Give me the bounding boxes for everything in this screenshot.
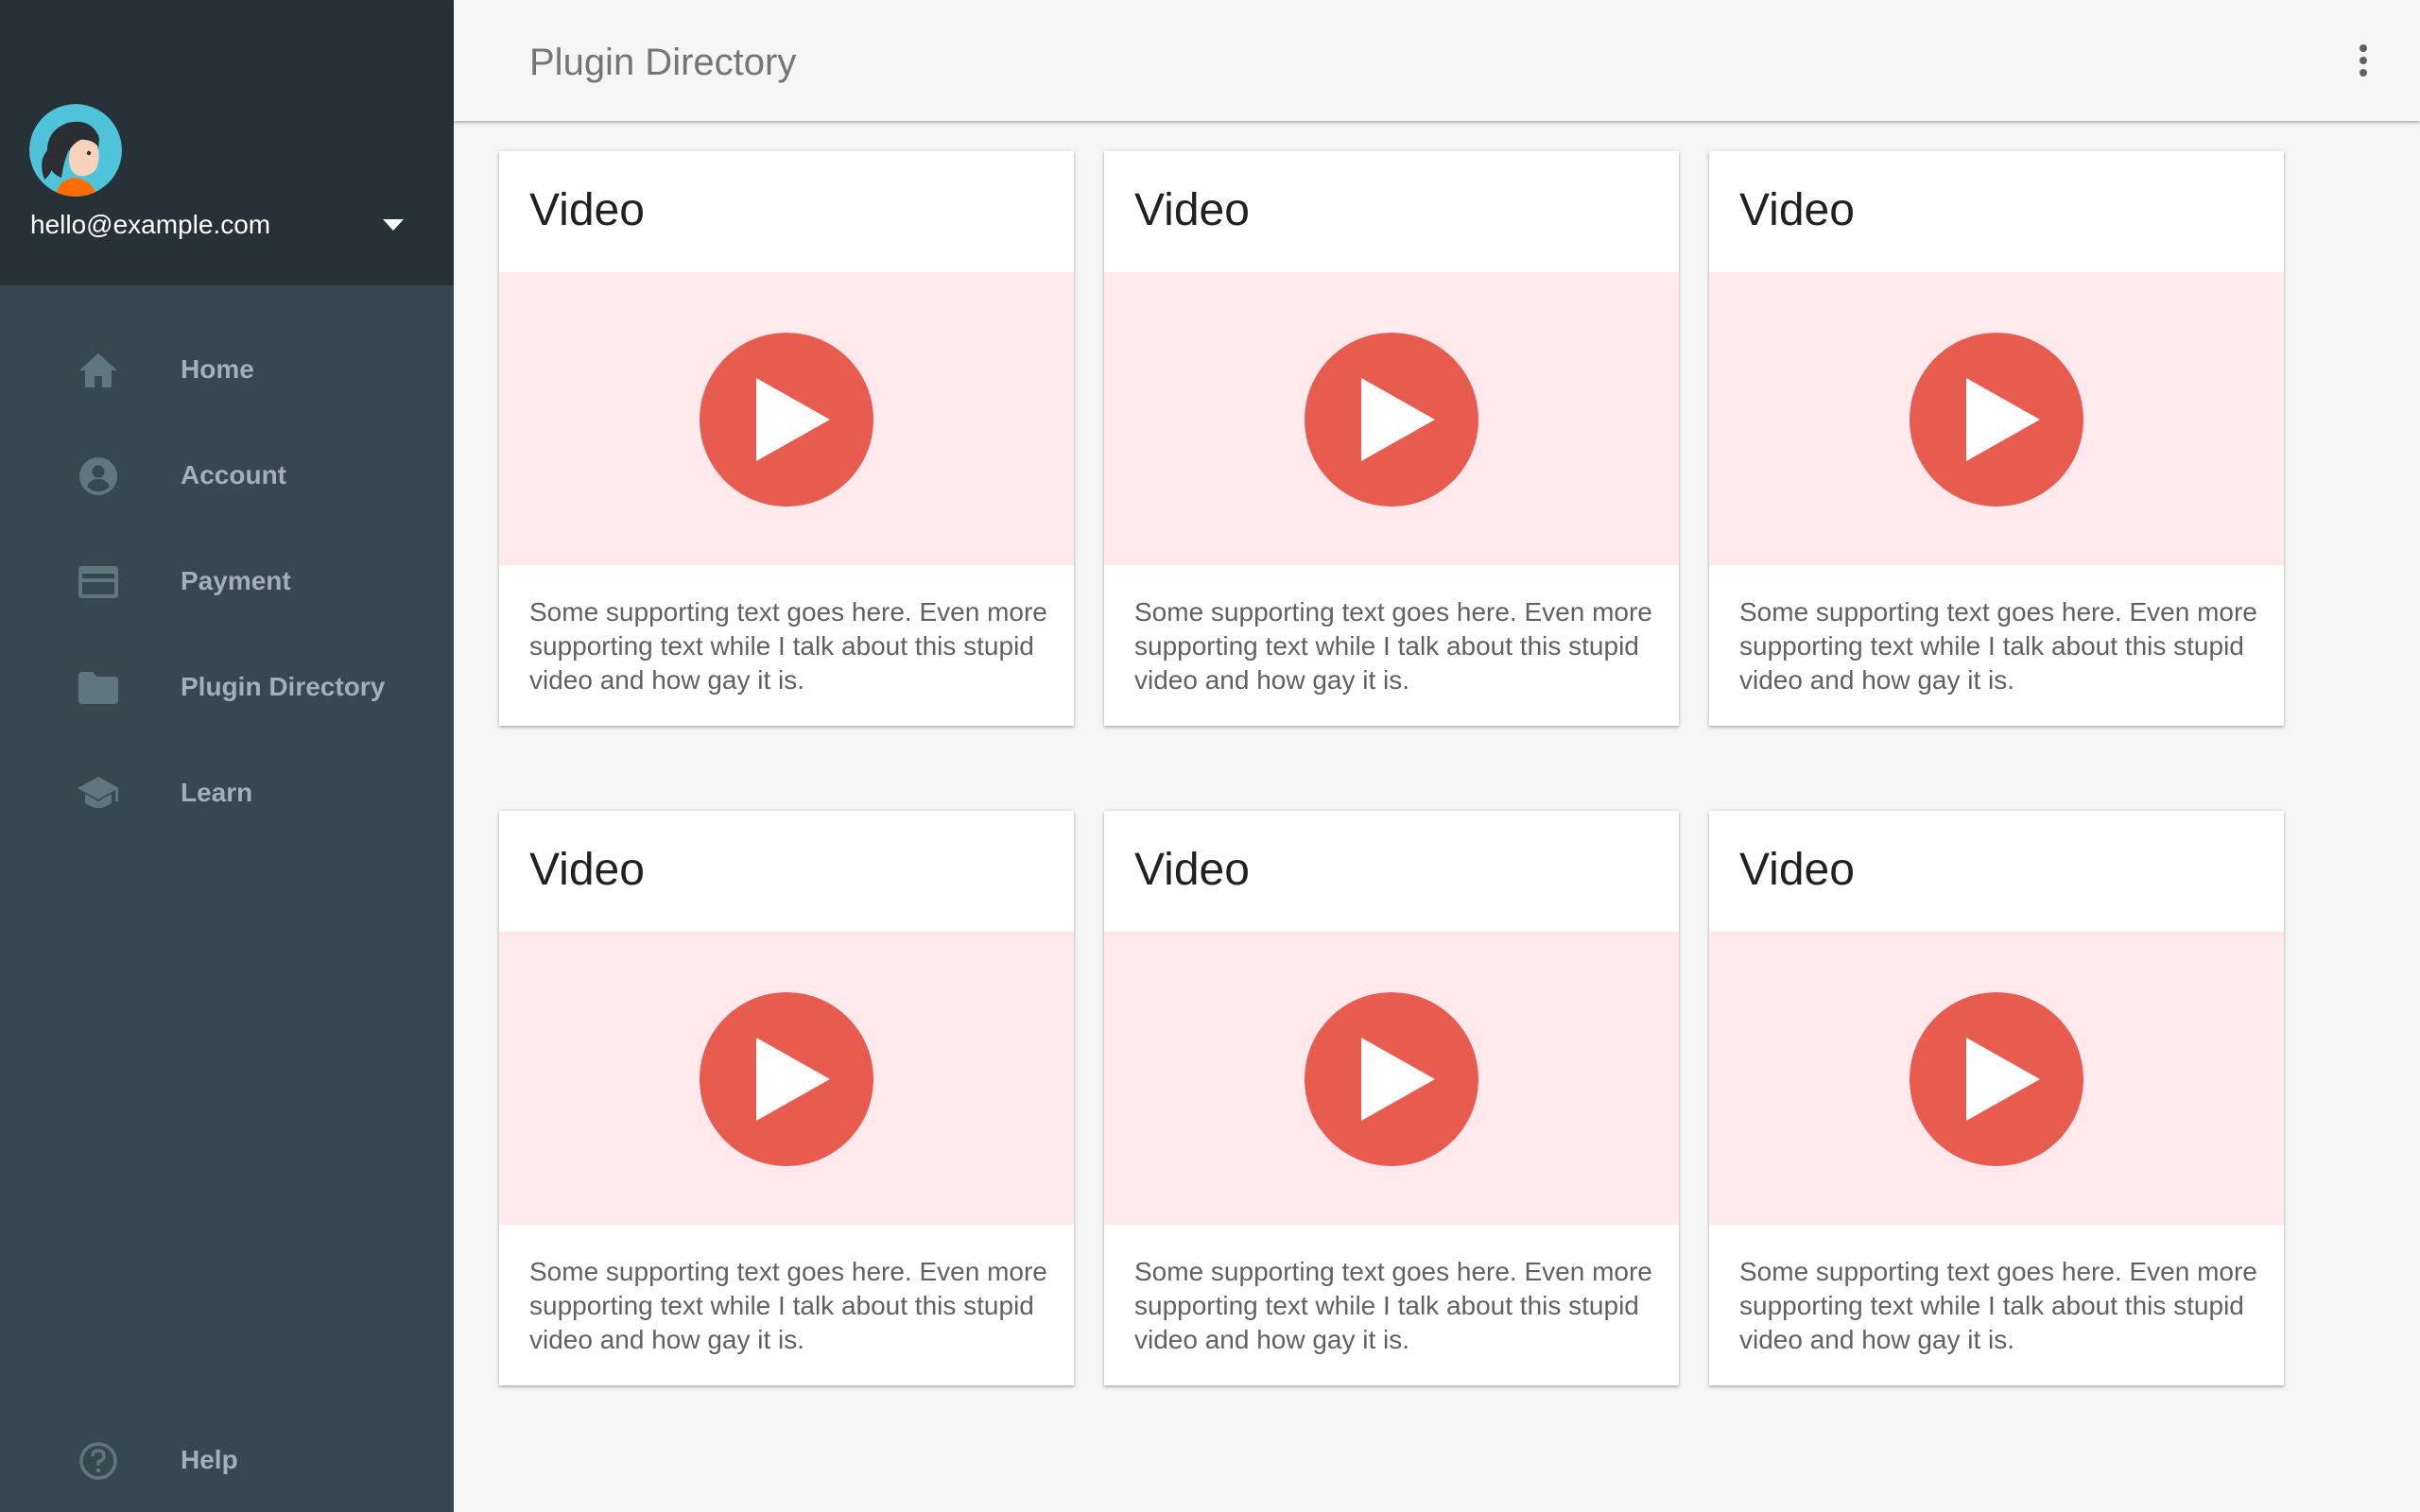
card-supporting-text: Some supporting text goes here. Even mor… [529, 597, 1047, 695]
sidebar-item-payment[interactable]: Payment [0, 535, 454, 626]
app-bar: Plugin Directory [454, 0, 2420, 121]
school-icon [78, 775, 119, 813]
sidebar-item-account[interactable]: Account [0, 429, 454, 520]
credit-card-icon [78, 563, 119, 601]
card-supporting-text: Some supporting text goes here. Even mor… [1739, 1257, 2257, 1354]
sidebar-item-label: Learn [181, 778, 253, 807]
video-thumbnail[interactable] [499, 272, 1074, 565]
video-card[interactable]: Video Some supporting text goes here. Ev… [499, 151, 1074, 726]
sidebar-item-learn[interactable]: Learn [0, 747, 454, 837]
video-thumbnail[interactable] [1709, 932, 2284, 1225]
play-icon[interactable] [1305, 992, 1478, 1166]
card-title: Video [1134, 185, 1250, 235]
card-supporting-text: Some supporting text goes here. Even mor… [1134, 597, 1652, 695]
more-vertical-icon[interactable] [2344, 38, 2382, 83]
card-supporting-text: Some supporting text goes here. Even mor… [529, 1257, 1047, 1354]
page-title: Plugin Directory [529, 42, 797, 83]
caret-down-icon[interactable] [376, 210, 410, 240]
sidebar-item-label: Plugin Directory [181, 672, 386, 701]
help-circle-icon [78, 1442, 119, 1480]
avatar[interactable] [29, 104, 122, 197]
video-card[interactable]: Video Some supporting text goes here. Ev… [1104, 811, 1679, 1385]
sidebar-item-label: Account [181, 460, 286, 490]
video-thumbnail[interactable] [1104, 932, 1679, 1225]
card-supporting-text: Some supporting text goes here. Even mor… [1739, 597, 2257, 695]
video-thumbnail[interactable] [1709, 272, 2284, 565]
card-title: Video [529, 845, 645, 895]
video-card[interactable]: Video Some supporting text goes here. Ev… [1709, 811, 2284, 1385]
video-card[interactable]: Video Some supporting text goes here. Ev… [1104, 151, 1679, 726]
video-thumbnail[interactable] [499, 932, 1074, 1225]
account-circle-icon [78, 457, 119, 495]
video-card-grid: Video Some supporting text goes here. Ev… [499, 151, 2284, 1387]
home-icon [78, 352, 119, 389]
navigation-drawer: hello@example.com Home Account Payment P… [0, 0, 454, 1512]
play-icon[interactable] [700, 333, 873, 507]
card-title: Video [1134, 845, 1250, 895]
play-icon[interactable] [1305, 333, 1478, 507]
account-header: hello@example.com [0, 0, 454, 285]
sidebar-item-help[interactable]: Help [0, 1414, 454, 1504]
card-title: Video [1739, 845, 1855, 895]
card-supporting-text: Some supporting text goes here. Even mor… [1134, 1257, 1652, 1354]
card-title: Video [529, 185, 645, 235]
sidebar-item-label: Payment [181, 566, 291, 595]
play-icon[interactable] [1910, 333, 2083, 507]
sidebar-item-plugin-directory[interactable]: Plugin Directory [0, 641, 454, 731]
video-thumbnail[interactable] [1104, 272, 1679, 565]
user-avatar-icon [29, 104, 122, 197]
play-icon[interactable] [700, 992, 873, 1166]
play-icon[interactable] [1910, 992, 2083, 1166]
sidebar-item-label: Help [181, 1445, 238, 1474]
account-email: hello@example.com [30, 210, 271, 239]
video-card[interactable]: Video Some supporting text goes here. Ev… [1709, 151, 2284, 726]
sidebar-item-label: Home [181, 354, 254, 384]
video-card[interactable]: Video Some supporting text goes here. Ev… [499, 811, 1074, 1385]
sidebar-item-home[interactable]: Home [0, 323, 454, 414]
folder-icon [78, 669, 119, 707]
card-title: Video [1739, 185, 1855, 235]
